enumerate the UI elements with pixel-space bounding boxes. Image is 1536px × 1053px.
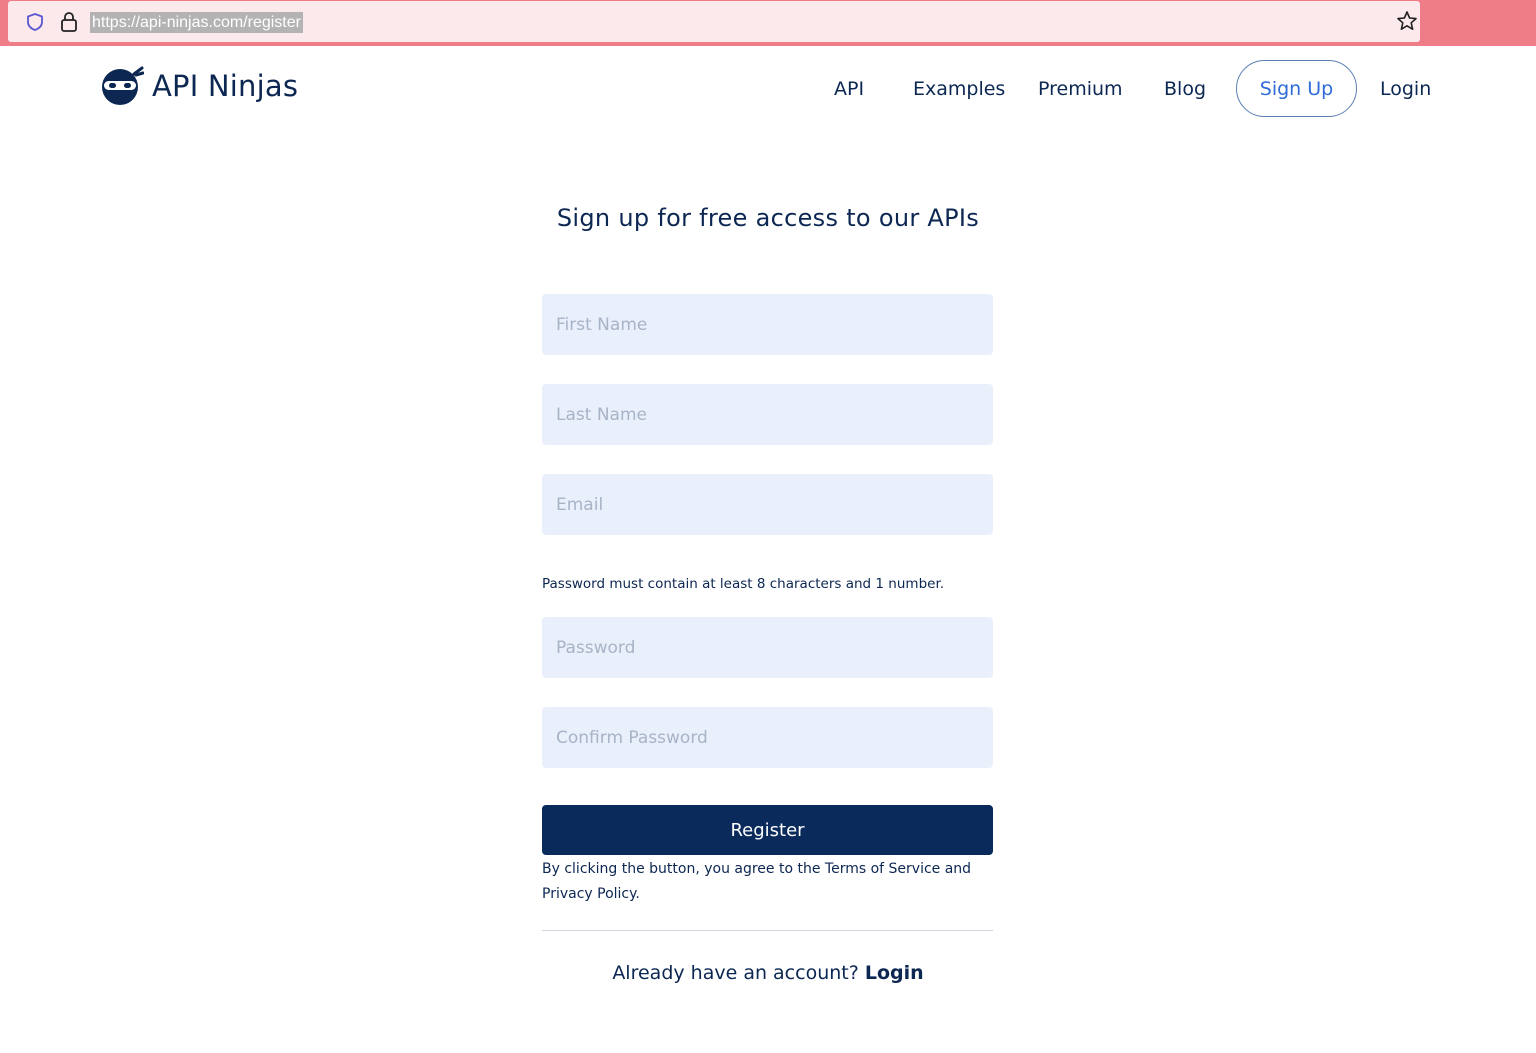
password-requirements-note: Password must contain at least 8 charact…	[542, 576, 945, 592]
last-name-input[interactable]	[542, 384, 993, 445]
logo-text: API Ninjas	[152, 69, 299, 103]
star-icon[interactable]	[1396, 10, 1418, 32]
email-input[interactable]	[542, 474, 993, 535]
nav-blog[interactable]: Blog	[1164, 76, 1206, 102]
login-link[interactable]: Login	[865, 962, 924, 984]
shield-icon[interactable]	[25, 12, 45, 32]
nav-examples[interactable]: Examples	[913, 76, 1005, 102]
nav-login[interactable]: Login	[1380, 76, 1431, 102]
register-button[interactable]: Register	[542, 805, 993, 855]
site-logo[interactable]: API Ninjas	[100, 66, 298, 106]
divider	[542, 930, 993, 931]
password-input[interactable]	[542, 617, 993, 678]
terms-notice: By clicking the button, you agree to the…	[542, 861, 972, 902]
nav-api[interactable]: API	[834, 76, 864, 102]
browser-toolbar: https://api-ninjas.com/register	[0, 0, 1536, 46]
first-name-input[interactable]	[542, 294, 993, 355]
page-title: Sign up for free access to our APIs	[556, 204, 980, 232]
login-prompt-text: Already have an account?	[612, 962, 859, 984]
confirm-password-input[interactable]	[542, 707, 993, 768]
ninja-logo-icon	[102, 66, 144, 105]
lock-icon[interactable]	[60, 11, 78, 33]
address-bar[interactable]: https://api-ninjas.com/register	[8, 1, 1420, 42]
login-prompt: Already have an account? Login	[0, 962, 1536, 984]
signup-button[interactable]: Sign Up	[1236, 60, 1357, 117]
nav-premium[interactable]: Premium	[1038, 76, 1123, 102]
url-text[interactable]: https://api-ninjas.com/register	[90, 12, 303, 33]
